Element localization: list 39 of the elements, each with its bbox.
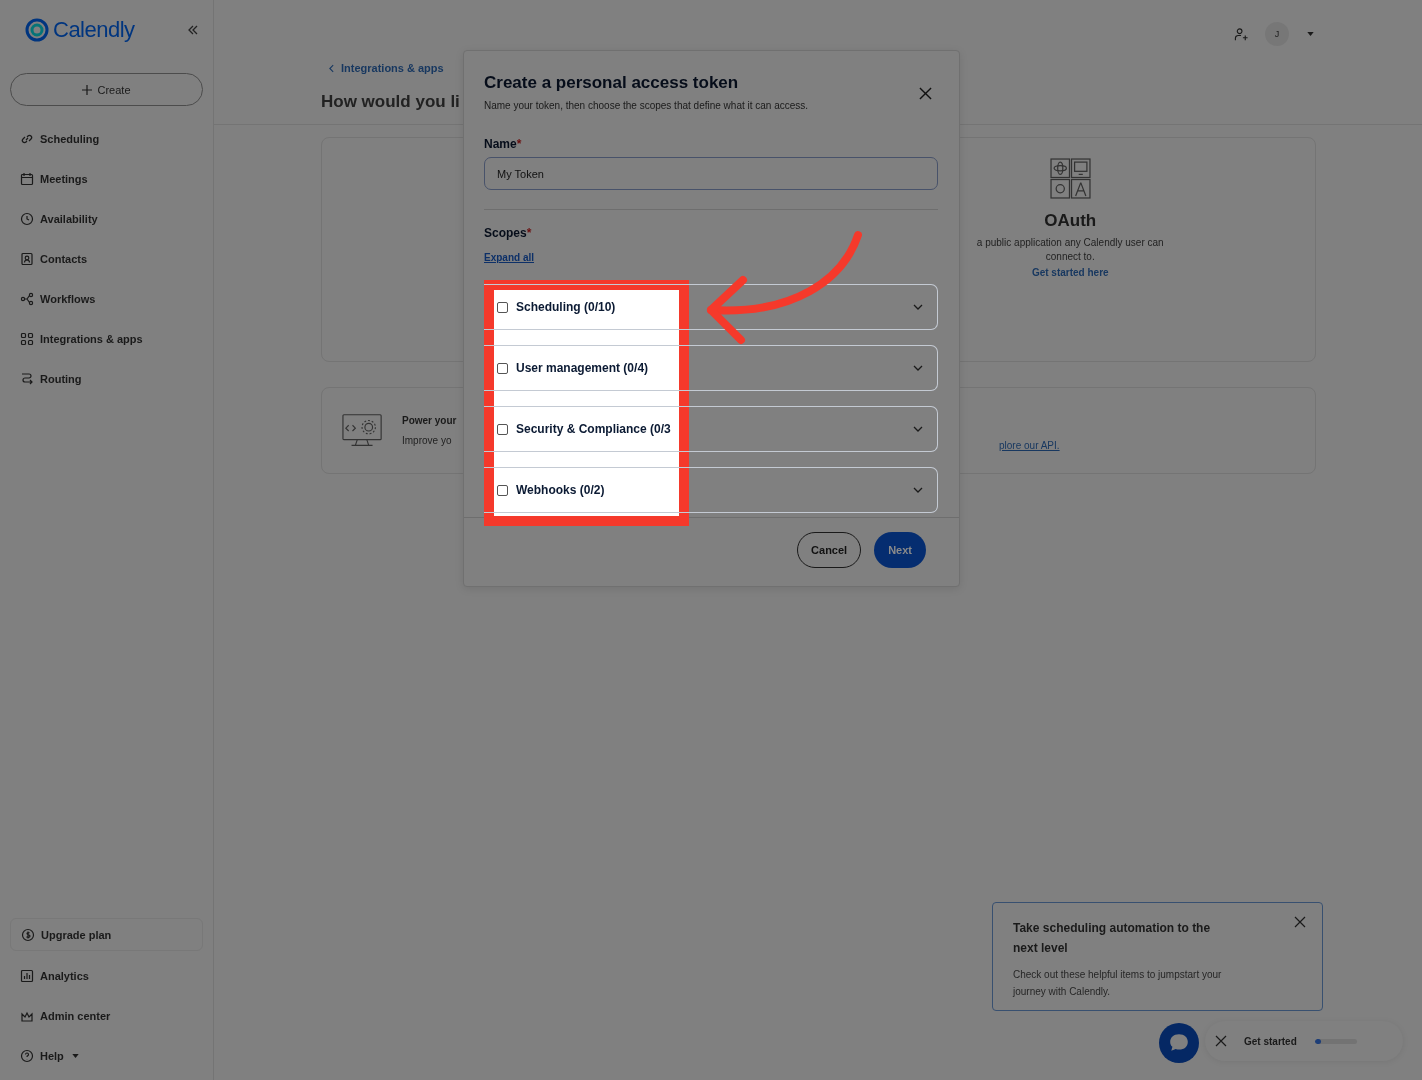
nav-item[interactable]: Integrations & apps	[40, 332, 143, 345]
nav-item[interactable]: Availability	[40, 212, 98, 225]
dialog-subtitle: Name your token, then choose the scopes that define what it can access.	[484, 100, 809, 111]
field-label: Scopes	[484, 226, 527, 240]
nav-item[interactable]: Help	[40, 1049, 64, 1062]
scope-label: Security & Compliance (0/3	[516, 422, 671, 436]
scope-label: User management (0/4)	[516, 361, 649, 375]
expand-all-link[interactable]: Expand all	[484, 252, 534, 263]
api-link[interactable]: plore our API.	[999, 440, 1060, 451]
nav-item[interactable]: Upgrade plan	[41, 928, 112, 941]
card-text: Improve yo	[402, 435, 453, 446]
field-label: Name	[484, 137, 517, 151]
nav-item[interactable]: Analytics	[40, 969, 89, 982]
nav-item[interactable]: Contacts	[40, 252, 88, 265]
get-started-link[interactable]: Get started here	[1031, 267, 1109, 278]
dialog-title: Create a personal access token	[484, 73, 740, 93]
popup-text: Check out these helpful items to jumpstart your journey with Calendly.	[1013, 968, 1223, 999]
scope-label: Scheduling (0/10)	[516, 300, 616, 314]
get-started-label[interactable]: Get started	[1244, 1035, 1297, 1047]
name-input[interactable]: My Token	[484, 157, 938, 190]
card-title: OAuth	[1044, 211, 1097, 231]
logo-text[interactable]: Calendly	[53, 17, 135, 43]
required-mark: *	[516, 137, 522, 151]
card-text: connect to.	[1045, 251, 1095, 262]
popup-title: Take scheduling automation to the next level	[1013, 920, 1212, 957]
nav-item[interactable]: Meetings	[40, 172, 88, 185]
nav-item[interactable]: Admin center	[40, 1009, 111, 1022]
card-text: a public application any Calendly user can	[976, 237, 1164, 248]
nav-item[interactable]: Scheduling	[40, 132, 100, 145]
upgrade-panel[interactable]: Upgrade plan	[10, 918, 203, 951]
nav-item[interactable]: Workflows	[40, 292, 96, 305]
avatar[interactable]: J	[1265, 22, 1289, 46]
next-button[interactable]: Next	[874, 532, 926, 568]
scope-label: Webhooks (0/2)	[516, 483, 605, 497]
nav-item[interactable]: Routing	[40, 372, 82, 385]
card-title: Power your	[402, 415, 458, 426]
page-heading: How would you li	[321, 92, 460, 112]
required-mark: *	[526, 226, 532, 240]
breadcrumb-link[interactable]: Integrations & apps	[341, 62, 444, 74]
